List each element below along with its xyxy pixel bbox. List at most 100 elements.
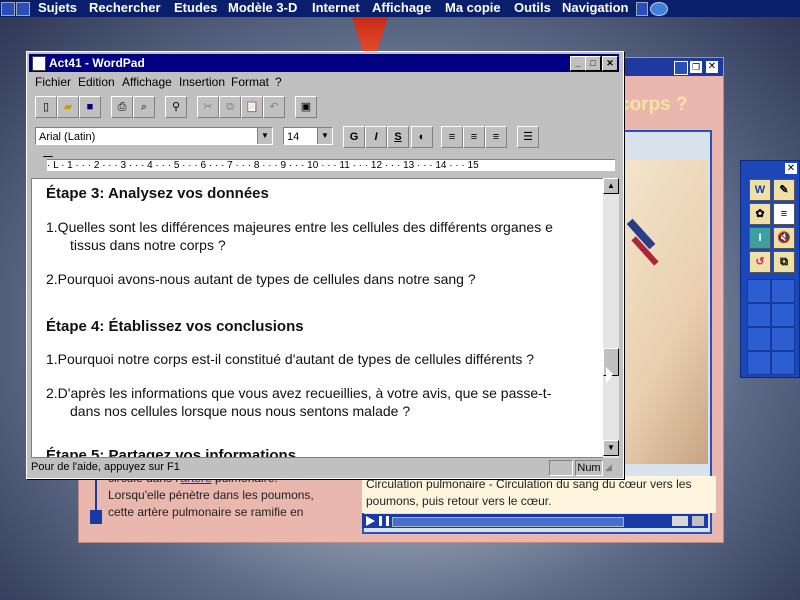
scroll-up-button[interactable]: ▲ <box>603 178 619 194</box>
minimize-button[interactable]: _ <box>570 56 586 71</box>
pause-icon[interactable] <box>379 516 389 526</box>
wordpad-title: Act41 - WordPad <box>49 56 145 70</box>
find-icon[interactable]: ⚲ <box>165 96 187 118</box>
font-name-value: Arial (Latin) <box>39 131 96 143</box>
notepad-icon[interactable]: ≡ <box>773 203 795 225</box>
menu-sujets[interactable]: Sujets <box>38 0 77 16</box>
left-scroll <box>90 470 102 530</box>
status-bar: Pour de l'aide, appuyez sur F1 Num ◢ <box>29 459 619 476</box>
undo-icon[interactable]: ↶ <box>263 96 285 118</box>
new-icon[interactable]: ▯ <box>35 96 57 118</box>
align-center-icon[interactable]: ≡ <box>463 126 485 148</box>
copy-icon[interactable] <box>692 516 704 526</box>
close-icon[interactable]: ✕ <box>785 163 797 174</box>
system-icon[interactable] <box>16 2 30 16</box>
print-icon[interactable]: ⎙ <box>111 96 133 118</box>
question-4-2-cont: dans nos cellules lorsque nous nous sent… <box>70 403 411 419</box>
color-icon[interactable]: ◐ <box>411 126 433 148</box>
palette-slot[interactable] <box>771 279 795 303</box>
top-menu-bar: Sujets Rechercher Etudes Modèle 3-D Inte… <box>0 0 800 17</box>
italic-button[interactable]: I <box>365 126 387 148</box>
palette-slot[interactable] <box>771 303 795 327</box>
underline-button[interactable]: S <box>387 126 409 148</box>
bold-button[interactable]: G <box>343 126 365 148</box>
decorative-shape <box>352 17 388 51</box>
scroll-down-button[interactable]: ▼ <box>603 440 619 456</box>
wordpad-app-icon[interactable] <box>32 56 46 71</box>
app-menu-icon[interactable] <box>1 2 15 16</box>
globe-icon[interactable] <box>650 2 668 16</box>
video-controls <box>362 514 708 528</box>
restore-icon[interactable]: ❐ <box>690 61 702 73</box>
paint-tool-icon[interactable]: ✎ <box>773 179 795 201</box>
close-icon[interactable]: ✕ <box>706 61 718 73</box>
wordpad-tool-icon[interactable]: W <box>749 179 771 201</box>
menu-internet[interactable]: Internet <box>312 0 360 16</box>
play-icon[interactable] <box>366 516 375 526</box>
scroll-down-button[interactable] <box>90 510 102 524</box>
menu-outils[interactable]: Outils <box>514 0 551 16</box>
flag-icon[interactable] <box>672 516 688 526</box>
encyclopedia-article-title: corps ? <box>619 94 688 115</box>
palette-slot[interactable] <box>747 279 771 303</box>
menu-rechercher[interactable]: Rechercher <box>89 0 161 16</box>
tool-palette: ✕ W ✎ ✿ ≡ I 🔇 ↺ ⧉ <box>740 160 800 378</box>
menu-affichage[interactable]: Affichage <box>372 0 431 16</box>
save-icon[interactable]: ■ <box>79 96 101 118</box>
video-caption: Circulation pulmonaire - Circulation du … <box>362 476 716 513</box>
paste-icon[interactable]: 📋 <box>241 96 263 118</box>
align-left-icon[interactable]: ≡ <box>441 126 463 148</box>
mute-icon[interactable]: 🔇 <box>773 227 795 249</box>
font-size-value: 14 <box>287 131 300 143</box>
article-text-line: Lorsqu'elle pénètre dans les poumons, <box>108 488 314 502</box>
window-icon[interactable] <box>674 61 688 75</box>
menu-affichage[interactable]: Affichage <box>122 75 172 89</box>
wordpad-window: Act41 - WordPad _ □ ✕ Fichier Edition Af… <box>26 51 624 479</box>
status-num: Num <box>575 460 603 476</box>
menu-fichier[interactable]: Fichier <box>35 75 71 89</box>
wordpad-menubar: Fichier Edition Affichage Insertion Form… <box>29 73 619 91</box>
open-icon[interactable]: ▰ <box>57 96 79 118</box>
copy-icon[interactable]: ⧉ <box>219 96 241 118</box>
palette-slot[interactable] <box>771 351 795 375</box>
font-name-select[interactable]: Arial (Latin) ▼ <box>35 127 273 145</box>
palette-slot[interactable] <box>747 303 771 327</box>
bullets-icon[interactable]: ☰ <box>517 126 539 148</box>
question-3-2: 2.Pourquoi avons-nous autant de types de… <box>46 271 476 287</box>
copy-icon[interactable]: ⧉ <box>773 251 795 273</box>
font-size-select[interactable]: 14 ▼ <box>283 127 333 145</box>
insert-date-icon[interactable]: ▣ <box>295 96 317 118</box>
close-button[interactable]: ✕ <box>602 56 618 71</box>
question-3-1-cont: tissus dans notre corps ? <box>70 237 226 253</box>
menu-modele-3d[interactable]: Modèle 3-D <box>228 0 297 16</box>
menu-insertion[interactable]: Insertion <box>179 75 225 89</box>
heading-step-5: Étape 5: Partagez vos informations <box>46 447 297 458</box>
align-right-icon[interactable]: ≡ <box>485 126 507 148</box>
undo-icon[interactable]: ↺ <box>749 251 771 273</box>
palette-slot[interactable] <box>747 351 771 375</box>
menu-ma-copie[interactable]: Ma copie <box>445 0 501 16</box>
text-tool-icon[interactable]: I <box>749 227 771 249</box>
menu-etudes[interactable]: Etudes <box>174 0 217 16</box>
resize-grip-icon[interactable]: ◢ <box>605 462 612 473</box>
print-preview-icon[interactable]: ⌕ <box>133 96 155 118</box>
menu-navigation[interactable]: Navigation <box>562 0 628 16</box>
status-caps-box <box>549 460 573 476</box>
chevron-down-icon[interactable]: ▼ <box>257 128 272 144</box>
paint-brush-icon[interactable]: ✿ <box>749 203 771 225</box>
heading-step-3: Étape 3: Analysez vos données <box>46 185 269 202</box>
menu-help[interactable]: ? <box>275 75 282 89</box>
palette-slot[interactable] <box>771 327 795 351</box>
ruler[interactable]: · L · 1 · · · 2 · · · 3 · · · 4 · · · 5 … <box>29 155 621 175</box>
maximize-button[interactable]: □ <box>585 56 601 71</box>
document-area[interactable]: Étape 3: Analysez vos données 1.Quelles … <box>31 178 605 458</box>
book-icon[interactable] <box>636 2 648 16</box>
palette-slot[interactable] <box>747 327 771 351</box>
cut-icon[interactable]: ✂ <box>197 96 219 118</box>
video-progress-track[interactable] <box>392 517 624 527</box>
vertical-scrollbar[interactable]: ▲ ▼ <box>603 178 619 458</box>
menu-edition[interactable]: Edition <box>78 75 115 89</box>
menu-format[interactable]: Format <box>231 75 269 89</box>
heading-step-4: Étape 4: Établissez vos conclusions <box>46 318 304 335</box>
chevron-down-icon[interactable]: ▼ <box>317 128 332 144</box>
